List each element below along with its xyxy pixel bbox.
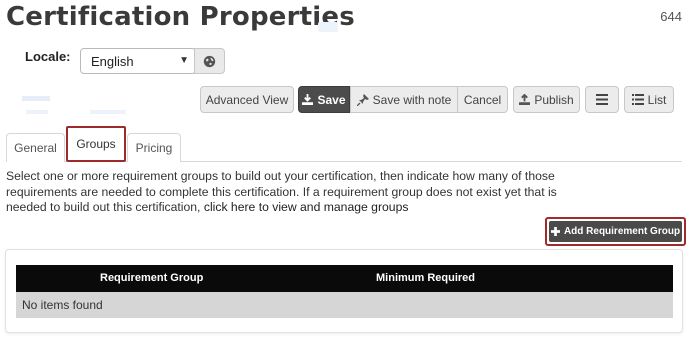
menu-button[interactable] [585, 86, 619, 113]
globe-icon [203, 55, 216, 67]
advanced-view-label: Advanced View [205, 92, 289, 107]
advanced-view-button[interactable]: Advanced View [200, 86, 294, 113]
empty-table-row: No items found [16, 292, 673, 318]
publish-button[interactable]: Publish [513, 86, 580, 113]
faded-background-link [8, 29, 11, 39]
empty-message: No items found [22, 298, 103, 312]
add-requirement-group-button[interactable]: Add Requirement Group [549, 221, 682, 242]
add-requirement-group-label: Add Requirement Group [563, 226, 681, 237]
upload-icon [519, 94, 531, 105]
publish-label: Publish [534, 92, 574, 107]
hamburger-icon [596, 94, 608, 105]
manage-groups-link[interactable]: click here to view and manage groups [204, 200, 409, 214]
requirement-groups-panel: Requirement Group Minimum Required No it… [5, 249, 683, 333]
tab-label: Pricing [135, 141, 173, 155]
locale-select[interactable]: English ▼ [80, 48, 196, 74]
record-id: 644 [660, 9, 682, 24]
tab-label: Groups [76, 137, 116, 151]
list-label: List [647, 92, 667, 107]
faded-background-badge [318, 22, 338, 32]
tab-groups[interactable]: Groups [66, 126, 126, 162]
locale-label: Locale: [25, 49, 71, 64]
cancel-button[interactable]: Cancel [457, 86, 508, 113]
faded-background-mark [22, 96, 50, 101]
save-with-note-button[interactable]: Save with note [350, 86, 458, 113]
save-with-note-label: Save with note [372, 92, 452, 107]
column-header-requirement-group[interactable]: Requirement Group [100, 272, 203, 284]
list-icon [631, 94, 644, 105]
list-button[interactable]: List [624, 86, 674, 113]
save-button[interactable]: Save [298, 86, 350, 113]
column-header-minimum-required[interactable]: Minimum Required [376, 272, 475, 284]
locale-selected-value: English [91, 54, 134, 69]
tab-general[interactable]: General [6, 133, 65, 162]
faded-background-mark [90, 110, 126, 114]
tab-label: General [14, 141, 57, 155]
groups-description: Select one or more requirement groups to… [6, 169, 586, 216]
faded-background-mark [26, 110, 48, 114]
plus-icon [550, 227, 560, 236]
page-title: Certification Properties [6, 2, 355, 32]
pin-icon [356, 93, 369, 106]
save-icon [302, 94, 314, 105]
add-requirement-group-highlight: Add Requirement Group [545, 217, 686, 246]
cancel-label: Cancel [463, 92, 502, 107]
globe-button[interactable] [194, 48, 225, 74]
table-header: Requirement Group Minimum Required [16, 265, 673, 292]
tab-pricing[interactable]: Pricing [127, 133, 181, 162]
chevron-down-icon: ▼ [179, 55, 189, 66]
save-label: Save [317, 92, 346, 107]
